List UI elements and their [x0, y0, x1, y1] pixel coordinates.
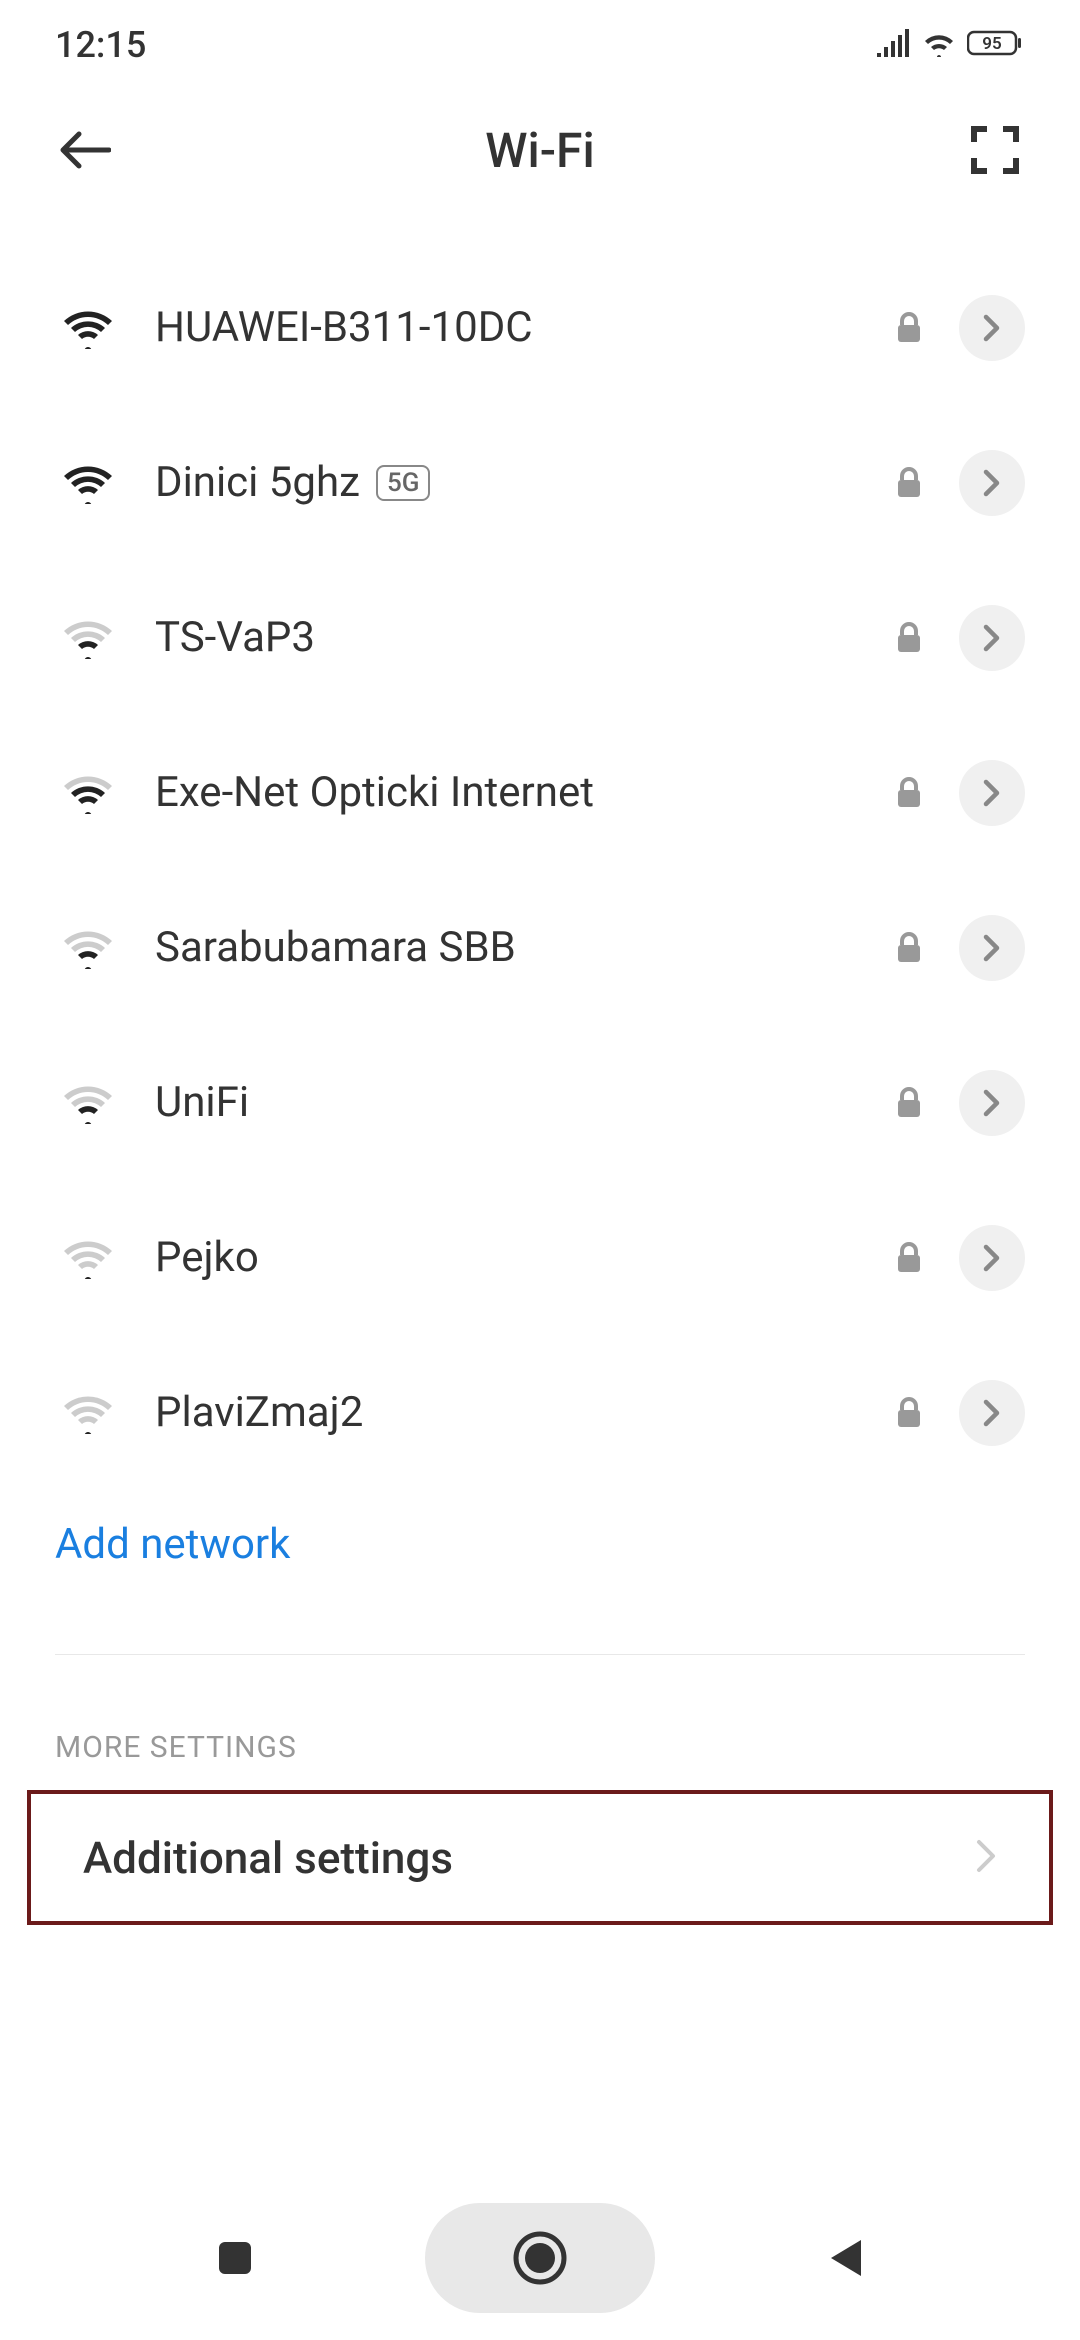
wifi-signal-icon	[55, 462, 120, 504]
chevron-right-icon	[983, 934, 1001, 962]
lock-icon	[884, 467, 934, 499]
chevron-right-icon	[983, 1089, 1001, 1117]
lock-icon	[884, 1087, 934, 1119]
wifi-status-icon	[921, 29, 957, 61]
square-icon	[215, 2238, 255, 2278]
network-row[interactable]: Sarabubamara SBB	[0, 870, 1080, 1025]
chevron-right-icon	[983, 779, 1001, 807]
network-details-button[interactable]	[959, 450, 1025, 516]
back-button[interactable]	[55, 120, 115, 180]
network-row[interactable]: TS-VaP3	[0, 560, 1080, 715]
content: HUAWEI-B311-10DC Dinici 5ghz5G TS-VaP3 E…	[0, 210, 1080, 1925]
network-row[interactable]: Exe-Net Opticki Internet	[0, 715, 1080, 870]
scan-qr-button[interactable]	[965, 120, 1025, 180]
network-details-button[interactable]	[959, 915, 1025, 981]
wifi-signal-icon	[55, 307, 120, 349]
network-name: UniFi	[120, 1078, 884, 1127]
network-list: HUAWEI-B311-10DC Dinici 5ghz5G TS-VaP3 E…	[0, 250, 1080, 1490]
nav-recent-button[interactable]	[195, 2218, 275, 2298]
wifi-signal-icon	[55, 1392, 120, 1434]
wifi-signal-icon	[55, 927, 120, 969]
network-name: Dinici 5ghz5G	[120, 458, 884, 507]
wifi-signal-icon	[55, 772, 120, 814]
app-bar: Wi-Fi	[0, 90, 1080, 210]
status-time: 12:15	[55, 24, 146, 66]
wifi-signal-icon	[55, 617, 120, 659]
lock-icon	[884, 312, 934, 344]
chevron-right-icon	[983, 1244, 1001, 1272]
cellular-signal-icon	[875, 29, 911, 61]
network-row[interactable]: Dinici 5ghz5G	[0, 405, 1080, 560]
lock-icon	[884, 1397, 934, 1429]
network-name: Sarabubamara SBB	[120, 923, 884, 972]
battery-icon: 95	[967, 29, 1025, 61]
chevron-right-icon	[983, 1399, 1001, 1427]
scan-icon	[970, 125, 1020, 175]
wifi-signal-icon	[55, 1082, 120, 1124]
network-details-button[interactable]	[959, 295, 1025, 361]
badge-5g: 5G	[376, 465, 431, 501]
wifi-signal-icon	[55, 1237, 120, 1279]
lock-icon	[884, 932, 934, 964]
lock-icon	[884, 622, 934, 654]
navigation-bar	[0, 2175, 1080, 2340]
circle-icon	[511, 2229, 569, 2287]
network-row[interactable]: UniFi	[0, 1025, 1080, 1180]
network-details-button[interactable]	[959, 1070, 1025, 1136]
nav-home-button[interactable]	[425, 2203, 655, 2313]
chevron-right-icon	[983, 314, 1001, 342]
svg-text:95: 95	[982, 34, 1001, 54]
lock-icon	[884, 777, 934, 809]
triangle-left-icon	[825, 2236, 865, 2280]
additional-settings-label: Additional settings	[83, 1832, 453, 1884]
network-row[interactable]: PlaviZmaj2	[0, 1335, 1080, 1490]
network-details-button[interactable]	[959, 760, 1025, 826]
lock-icon	[884, 1242, 934, 1274]
nav-back-button[interactable]	[805, 2218, 885, 2298]
chevron-right-icon	[983, 469, 1001, 497]
additional-settings-row[interactable]: Additional settings	[27, 1790, 1053, 1925]
add-network-button[interactable]: Add network	[0, 1490, 1080, 1599]
network-name: TS-VaP3	[120, 613, 884, 662]
network-name: Exe-Net Opticki Internet	[120, 768, 884, 817]
page-title: Wi-Fi	[115, 122, 965, 179]
network-row[interactable]: HUAWEI-B311-10DC	[0, 250, 1080, 405]
chevron-right-icon	[975, 1838, 997, 1878]
network-name: Pejko	[120, 1233, 884, 1282]
arrow-left-icon	[59, 130, 111, 170]
status-bar: 12:15 95	[0, 0, 1080, 90]
network-details-button[interactable]	[959, 1380, 1025, 1446]
network-name: PlaviZmaj2	[120, 1388, 884, 1437]
network-details-button[interactable]	[959, 605, 1025, 671]
status-icons: 95	[875, 29, 1025, 61]
network-row[interactable]: Pejko	[0, 1180, 1080, 1335]
network-name: HUAWEI-B311-10DC	[120, 303, 884, 352]
chevron-right-icon	[983, 624, 1001, 652]
more-settings-header: MORE SETTINGS	[0, 1655, 1080, 1785]
network-details-button[interactable]	[959, 1225, 1025, 1291]
